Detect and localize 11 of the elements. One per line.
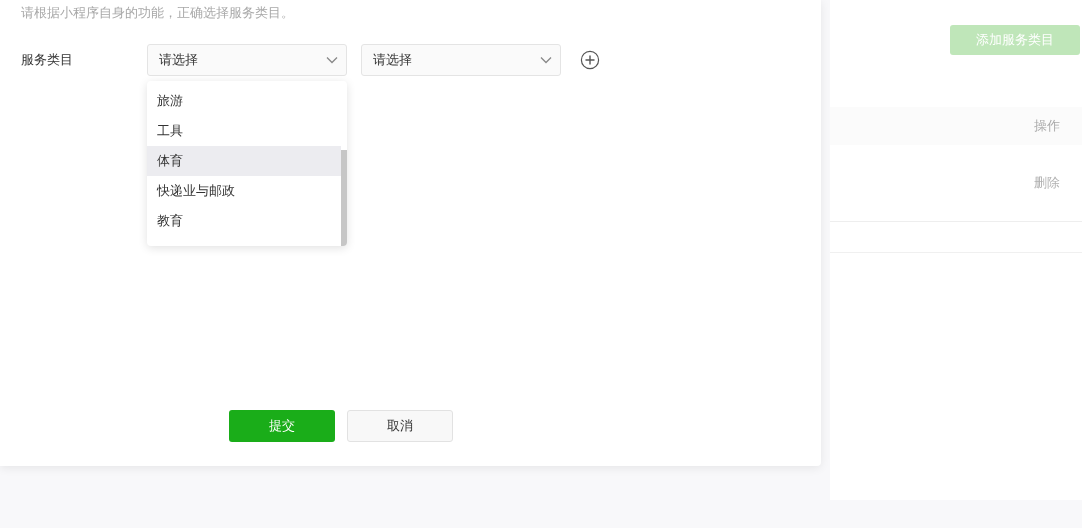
cancel-button[interactable]: 取消 [347, 410, 453, 442]
dropdown-option[interactable]: 体育 [147, 146, 341, 176]
add-icon[interactable] [580, 50, 600, 70]
hint-text: 请根据小程序自身的功能，正确选择服务类目。 [20, 4, 295, 22]
chevron-down-icon [540, 56, 552, 64]
select-field[interactable]: 请选择 [147, 44, 347, 76]
scrollbar[interactable] [341, 150, 347, 246]
chevron-down-icon [326, 56, 338, 64]
field-label: 服务类目 [20, 51, 74, 70]
select-field[interactable]: 请选择 [361, 44, 561, 76]
column-header: 操作 [1034, 117, 1060, 136]
